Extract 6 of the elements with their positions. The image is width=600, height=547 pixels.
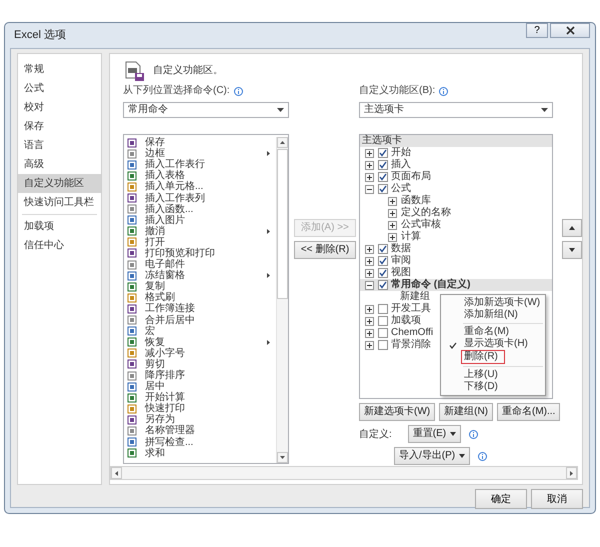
ribbon-label: 自定义功能区(B): — [359, 84, 436, 98]
window-title: Excel 选项 — [14, 30, 66, 41]
tree-header: 主选项卡 — [360, 135, 552, 147]
section-heading: 自定义功能区。 — [153, 64, 223, 78]
customize-label: 自定义: — [359, 428, 392, 442]
commands-label: 从下列位置选择命令(C): — [123, 84, 230, 98]
